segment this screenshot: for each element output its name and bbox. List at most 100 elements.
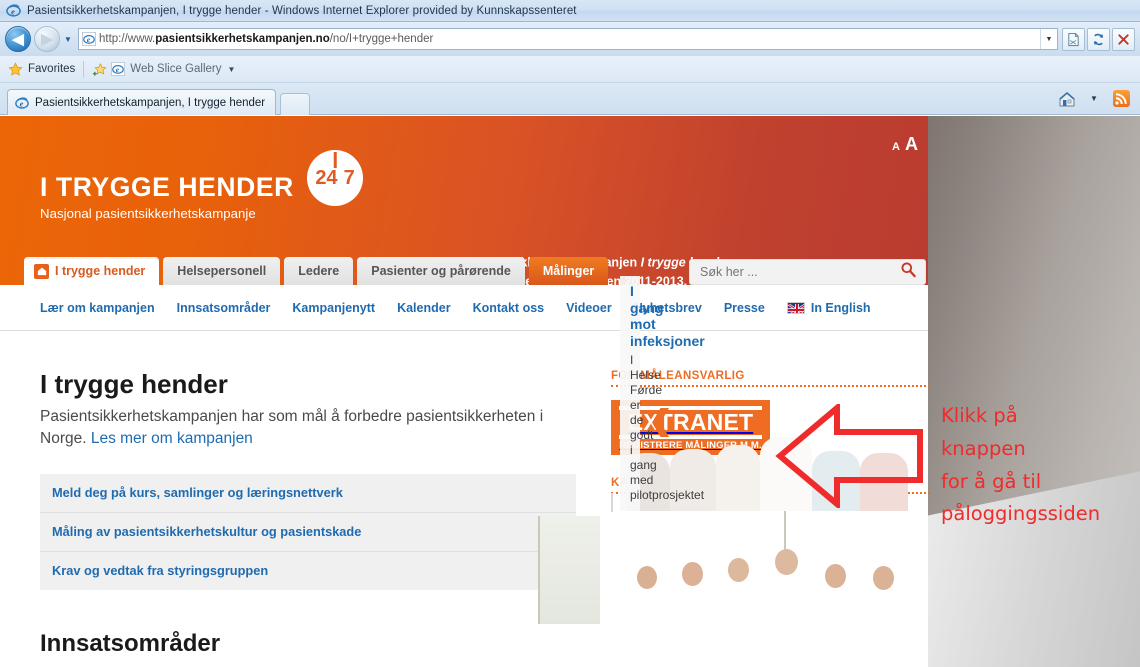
home-dropdown-button[interactable]: ▼: [1082, 87, 1106, 111]
annotation-line-3: for å gå til: [941, 469, 1042, 493]
home-button[interactable]: [1055, 87, 1079, 111]
tab-label: Ledere: [298, 264, 340, 278]
close-icon: [1118, 33, 1129, 45]
in-english-label[interactable]: In English: [811, 301, 871, 315]
news-teaser[interactable]: I gang mot infeksjoner I Helse Førde er …: [538, 275, 908, 624]
page-favicon-icon: e: [79, 32, 99, 46]
home-icon: [34, 263, 49, 279]
internet-explorer-icon: e: [6, 3, 21, 18]
site-logo-subtitle: Nasjonal pasientsikkerhetskampanje: [40, 205, 256, 221]
history-dropdown-button[interactable]: ▼: [60, 26, 76, 52]
subnav-item-kampanjenytt[interactable]: Kampanjenytt: [292, 301, 375, 315]
site-search[interactable]: [689, 259, 926, 285]
address-dropdown-button[interactable]: ▼: [1040, 29, 1057, 49]
new-tab-button[interactable]: [280, 93, 311, 115]
tab-helsepersonell[interactable]: Helsepersonell: [163, 257, 281, 285]
stop-button[interactable]: [1112, 27, 1135, 51]
favorites-bar: Favorites e Web Slice Gallery ▼: [0, 56, 1140, 83]
content-right-column: FOR MÅLEANSVARLIG EXTRANET REGISTRERE MÅ…: [538, 275, 930, 624]
toolbar-divider: [83, 60, 85, 78]
address-bar-url: http://www.pasientsikkerhetskampanjen.no…: [99, 33, 434, 45]
favorites-label: Favorites: [28, 63, 76, 75]
subnav-item-in-english[interactable]: In English: [786, 301, 871, 315]
annotation-line-1: Klikk på: [941, 404, 1018, 427]
svg-text:e: e: [116, 66, 119, 74]
subnav-item-presse[interactable]: Presse: [724, 301, 765, 315]
quick-links-box: Meld deg på kurs, samlinger og læringsne…: [40, 473, 576, 590]
browser-navigation-bar: ◀ ▶ ▼ e http://www.pasientsikkerhetskamp…: [0, 22, 1140, 56]
web-slice-gallery-button[interactable]: e Web Slice Gallery ▼: [111, 62, 235, 76]
badge-24: 24: [315, 167, 338, 189]
favorites-button[interactable]: Favorites: [8, 61, 76, 77]
site-logo-text: I TRYGGE HENDER Nasjonal pasientsikkerhe…: [40, 174, 294, 223]
back-button[interactable]: ◀: [5, 26, 31, 52]
add-to-favorites-bar-button[interactable]: [92, 62, 111, 77]
quick-link-maling[interactable]: Måling av pasientsikkerhetskultur og pas…: [52, 524, 361, 539]
intro-link-les-mer[interactable]: Les mer om kampanjen: [91, 430, 253, 447]
svg-text:e: e: [20, 99, 24, 108]
forward-button[interactable]: ▶: [34, 26, 60, 52]
subnav-item-laer-om-kampanjen[interactable]: Lær om kampanjen: [40, 301, 155, 315]
annotation-text: Klikk på knappen for å gå til påloggings…: [941, 400, 1136, 531]
site-logo[interactable]: I TRYGGE HENDER Nasjonal pasientsikkerhe…: [40, 150, 363, 223]
address-bar[interactable]: e http://www.pasientsikkerhetskampanjen.…: [78, 28, 1058, 50]
internet-explorer-icon: e: [111, 62, 126, 76]
main-tabs: I trygge hender Helsepersonell Ledere Pa…: [24, 257, 609, 285]
search-icon[interactable]: [900, 261, 917, 283]
quick-link-kurs[interactable]: Meld deg på kurs, samlinger og læringsne…: [52, 485, 343, 500]
refresh-icon: [1093, 33, 1104, 45]
search-input[interactable]: [698, 264, 900, 280]
tab-label: Pasienter og pårørende: [371, 264, 511, 278]
web-slice-gallery-label: Web Slice Gallery: [130, 63, 222, 75]
forward-arrow-icon: ▶: [41, 30, 53, 48]
list-item[interactable]: Krav og vedtak fra styringsgruppen: [40, 552, 576, 590]
svg-text:e: e: [87, 36, 90, 44]
chevron-down-icon: ▼: [64, 34, 72, 44]
list-item[interactable]: Meld deg på kurs, samlinger og læringsne…: [40, 474, 576, 513]
annotation-line-2: knappen: [941, 436, 1026, 460]
chevron-down-icon: ▼: [227, 64, 236, 74]
text-size-controls[interactable]: A A: [892, 134, 918, 155]
tab-bar-right-buttons: ▼: [1055, 83, 1140, 114]
star-icon: [8, 61, 23, 76]
tab-malinger[interactable]: Målinger: [528, 257, 609, 285]
badge-7: 7: [343, 167, 355, 189]
browser-tab[interactable]: e Pasientsikkerhetskampanjen, I trygge h…: [7, 89, 277, 115]
subnav-item-kontakt-oss[interactable]: Kontakt oss: [473, 301, 545, 315]
back-arrow-icon: ◀: [12, 30, 24, 48]
site-container: A A I TRYGGE HENDER Nasjonal pasientsikk…: [0, 116, 930, 667]
page-title: I trygge hender: [40, 369, 228, 399]
tab-label: Målinger: [542, 264, 595, 278]
text-size-large-button[interactable]: A: [905, 134, 918, 155]
subnav-item-videoer[interactable]: Videoer: [566, 301, 612, 315]
rss-feed-button[interactable]: [1109, 87, 1133, 111]
uk-flag-icon: [786, 301, 805, 314]
secondary-navigation: Lær om kampanjen Innsatsområder Kampanje…: [0, 285, 928, 331]
browser-tab-bar: e Pasientsikkerhetskampanjen, I trygge h…: [0, 83, 1140, 115]
internet-explorer-icon: e: [15, 96, 29, 109]
annotation-line-4: påloggingssiden: [941, 502, 1101, 526]
subnav-item-kalender[interactable]: Kalender: [397, 301, 451, 315]
text-size-small-button[interactable]: A: [892, 141, 900, 153]
subnav-item-innsatsomrader[interactable]: Innsatsområder: [177, 301, 271, 315]
compatibility-view-button[interactable]: [1062, 27, 1085, 51]
page-intro: Pasientsikkerhetskampanjen har som mål å…: [40, 406, 576, 450]
section-title-innsatsomrader: Innsatsområder: [40, 629, 221, 657]
window-title: Pasientsikkerhetskampanjen, I trygge hen…: [27, 4, 577, 17]
content-left-column: I trygge hender Pasientsikkerhetskampanj…: [40, 331, 576, 667]
rss-feed-icon: [1112, 90, 1130, 107]
screenshot-root: e Pasientsikkerhetskampanjen, I trygge h…: [0, 0, 1140, 667]
tab-pasienter-og-parorende[interactable]: Pasienter og pårørende: [357, 257, 525, 285]
sidebar-block-kampanjenytt: KAMPANJENYTT: [538, 275, 930, 624]
quick-link-krav[interactable]: Krav og vedtak fra styringsgruppen: [52, 563, 268, 578]
refresh-button[interactable]: [1087, 27, 1110, 51]
compatibility-view-icon: [1068, 32, 1079, 46]
tab-i-trygge-hender[interactable]: I trygge hender: [24, 257, 160, 285]
svg-text:e: e: [11, 6, 15, 16]
tab-label: I trygge hender: [55, 264, 146, 278]
star-add-icon: [93, 62, 107, 76]
tab-ledere[interactable]: Ledere: [284, 257, 354, 285]
list-item[interactable]: Måling av pasientsikkerhetskultur og pas…: [40, 513, 576, 552]
site-logo-title: I TRYGGE HENDER: [40, 172, 294, 202]
chevron-down-icon: ▼: [1090, 94, 1098, 103]
